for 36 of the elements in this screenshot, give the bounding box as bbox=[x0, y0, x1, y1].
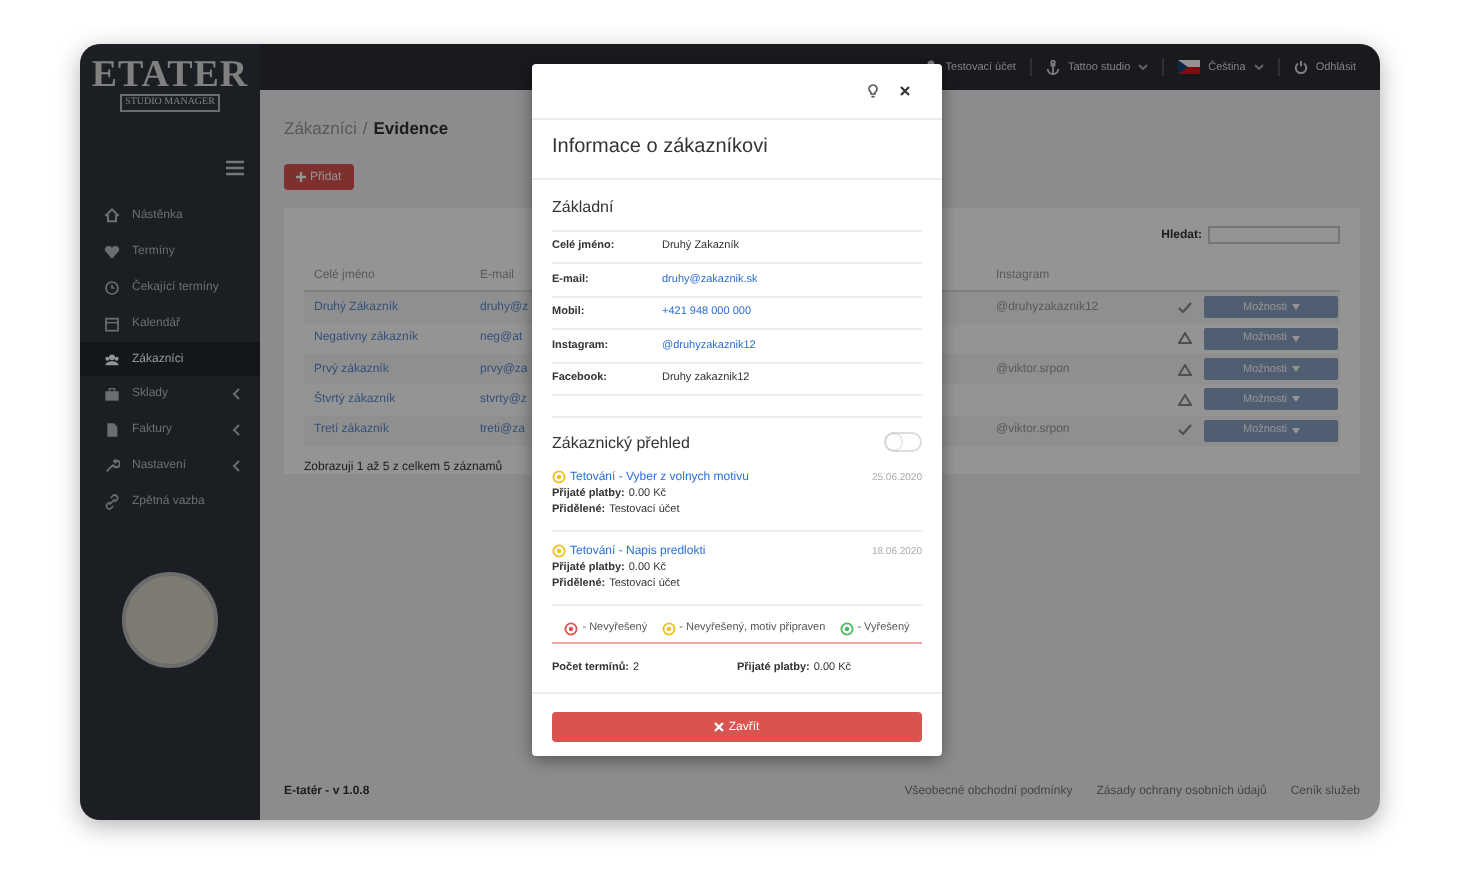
avatar-circle bbox=[122, 572, 218, 669]
home-icon bbox=[104, 207, 120, 224]
caret-icon bbox=[1291, 366, 1299, 373]
breadcrumb-current: Evidence bbox=[373, 118, 449, 138]
section-heading: Zákaznický přehled bbox=[552, 433, 690, 451]
chevron-icon bbox=[232, 460, 240, 473]
modal-title: Informace o zákazníkovi bbox=[532, 119, 942, 179]
power-icon bbox=[1293, 60, 1308, 74]
link-icon bbox=[104, 494, 120, 511]
heart-icon bbox=[104, 243, 120, 260]
plus-icon bbox=[296, 172, 306, 182]
clock-icon bbox=[104, 279, 120, 296]
lightbulb-icon[interactable] bbox=[868, 83, 878, 98]
section-heading: Základní bbox=[552, 183, 922, 231]
flag-icon bbox=[1178, 60, 1201, 74]
breadcrumb-separator: / bbox=[362, 118, 368, 138]
caret-icon bbox=[1291, 396, 1299, 403]
chevron-icon bbox=[232, 388, 240, 401]
logo-title: ETATER bbox=[91, 56, 249, 94]
people-icon bbox=[104, 351, 120, 367]
calendar-icon bbox=[104, 315, 120, 332]
caret-icon bbox=[1253, 64, 1264, 70]
chevron-icon bbox=[232, 424, 240, 437]
search-field[interactable] bbox=[1208, 226, 1340, 244]
caret-icon bbox=[1291, 335, 1299, 342]
overview-toggle[interactable] bbox=[884, 432, 922, 452]
document-icon bbox=[104, 422, 120, 439]
caret-icon bbox=[1291, 427, 1299, 434]
caret-icon bbox=[1291, 304, 1299, 311]
briefcase-icon bbox=[104, 386, 120, 403]
caret-icon bbox=[1138, 64, 1149, 70]
menu-icon[interactable] bbox=[226, 160, 244, 176]
close-icon bbox=[714, 722, 725, 732]
anchor-icon bbox=[1045, 59, 1060, 75]
close-icon[interactable] bbox=[900, 85, 910, 96]
wrench-icon bbox=[104, 458, 120, 475]
